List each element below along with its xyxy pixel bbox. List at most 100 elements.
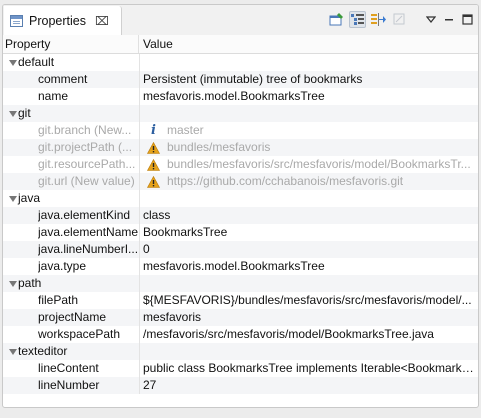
property-value: mesfavoris.model.BookmarksTree <box>143 89 325 103</box>
property-row[interactable]: git.projectPath (... bundles/mesfavoris <box>3 139 478 156</box>
value-cell <box>143 54 474 71</box>
category-label: path <box>18 276 42 290</box>
property-cell: texteditor <box>3 343 139 360</box>
category-row[interactable]: java <box>3 190 478 207</box>
property-row[interactable]: git.url (New value) https://github.com/cc… <box>3 173 478 190</box>
restore-defaults-button[interactable] <box>391 11 408 28</box>
pin-view-button[interactable] <box>328 11 345 28</box>
property-value: Persistent (immutable) tree of bookmarks <box>143 72 363 86</box>
property-cell: git.branch (New... <box>3 122 139 139</box>
value-cell[interactable]: mesfavoris <box>143 309 474 326</box>
property-row[interactable]: name mesfavoris.model.BookmarksTree <box>3 88 478 105</box>
value-cell[interactable]: 27 <box>143 377 474 394</box>
property-cell: java.elementName <box>3 224 139 241</box>
property-row[interactable]: projectName mesfavoris <box>3 309 478 326</box>
property-cell: git.projectPath (... <box>3 139 139 156</box>
value-cell[interactable]: bundles/mesfavoris <box>143 139 474 156</box>
property-cell: path <box>3 275 139 292</box>
restore-icon <box>393 13 405 25</box>
property-row[interactable]: java.elementKind class <box>3 207 478 224</box>
category-row[interactable]: path <box>3 275 478 292</box>
value-cell <box>143 275 474 292</box>
column-header-value[interactable]: Value <box>143 35 173 53</box>
property-row[interactable]: workspacePath/mesfavoris/src/mesfavoris/… <box>3 326 478 343</box>
value-cell[interactable]: ${MESFAVORIS}/bundles/mesfavoris/src/mes… <box>143 292 474 309</box>
property-cell: git <box>3 105 139 122</box>
property-name: lineContent <box>38 361 99 375</box>
view-menu-button[interactable] <box>424 11 438 28</box>
property-row[interactable]: lineContent public class BookmarksTree im… <box>3 360 478 377</box>
category-row[interactable]: git <box>3 105 478 122</box>
value-cell[interactable]: 0 <box>143 241 474 258</box>
property-tree: default comment Persistent (immutable) tre… <box>3 54 478 394</box>
property-row[interactable]: java.type mesfavoris.model.BookmarksTree <box>3 258 478 275</box>
property-cell: git.resourcePath... <box>3 156 139 173</box>
value-cell[interactable]: /mesfavoris/src/mesfavoris/model/Bookmar… <box>143 326 474 343</box>
property-value: 27 <box>143 378 157 392</box>
property-cell: filePath <box>3 292 139 309</box>
property-name: filePath <box>38 293 79 307</box>
minimize-icon <box>445 18 453 20</box>
property-name: git.url (New value) <box>38 174 135 188</box>
value-cell[interactable]: mesfavoris.model.BookmarksTree <box>143 88 474 105</box>
expand-toggle-icon[interactable] <box>9 349 17 355</box>
property-cell: comment <box>3 71 139 88</box>
expand-toggle-icon[interactable] <box>9 196 17 202</box>
property-name: java.elementKind <box>38 208 131 222</box>
value-cell[interactable]: BookmarksTree <box>143 224 474 241</box>
property-cell: java.type <box>3 258 139 275</box>
pin-icon <box>329 13 343 26</box>
column-header-property[interactable]: Property <box>5 35 139 53</box>
property-cell: lineContent <box>3 360 139 377</box>
property-value: public class BookmarksTree implements It… <box>143 361 474 375</box>
property-name: name <box>38 89 69 103</box>
property-name: projectName <box>38 310 107 324</box>
close-tab-icon[interactable]: ⌧ <box>95 14 109 28</box>
property-row[interactable]: java.elementName BookmarksTree <box>3 224 478 241</box>
expand-toggle-icon[interactable] <box>9 111 17 117</box>
property-value: /mesfavoris/src/mesfavoris/model/Bookmar… <box>143 327 434 341</box>
categories-icon <box>351 13 364 25</box>
property-name: workspacePath <box>38 327 121 341</box>
value-cell[interactable]: https://github.com/cchabanois/mesfavoris… <box>143 173 474 190</box>
tab-properties[interactable]: Properties ⌧ <box>4 6 122 35</box>
property-name: java.lineNumberI... <box>38 242 139 256</box>
minimize-button[interactable] <box>442 11 456 28</box>
property-name: java.type <box>38 259 87 273</box>
property-cell: git.url (New value) <box>3 173 139 190</box>
maximize-button[interactable] <box>460 11 474 28</box>
category-row[interactable]: default <box>3 54 478 71</box>
category-label: default <box>18 55 55 69</box>
property-value: mesfavoris.model.BookmarksTree <box>143 259 325 273</box>
expand-toggle-icon[interactable] <box>9 60 17 66</box>
properties-icon <box>10 14 23 27</box>
property-row[interactable]: java.lineNumberI... 0 <box>3 241 478 258</box>
property-value: mesfavoris <box>143 310 202 324</box>
value-cell[interactable]: i master <box>143 122 474 139</box>
property-cell: lineNumber <box>3 377 139 394</box>
value-cell <box>143 105 474 122</box>
value-cell[interactable]: mesfavoris.model.BookmarksTree <box>143 258 474 275</box>
view-toolbar <box>328 11 474 28</box>
value-cell[interactable]: public class BookmarksTree implements It… <box>143 360 474 377</box>
property-row[interactable]: lineNumber 27 <box>3 377 478 394</box>
expand-toggle-icon[interactable] <box>9 281 17 287</box>
show-advanced-button[interactable] <box>370 11 387 28</box>
property-row[interactable]: filePath ${MESFAVORIS}/bundles/mesfavoris… <box>3 292 478 309</box>
value-cell[interactable]: class <box>143 207 474 224</box>
properties-view: Properties ⌧ Property Value default comm… <box>2 4 479 408</box>
property-name: comment <box>38 72 88 86</box>
value-cell[interactable]: bundles/mesfavoris/src/mesfavoris/model/… <box>143 156 474 173</box>
property-cell: java <box>3 190 139 207</box>
category-label: java <box>18 191 41 205</box>
property-row[interactable]: git.branch (New... i master <box>3 122 478 139</box>
tab-label: Properties <box>29 13 86 28</box>
property-cell: java.elementKind <box>3 207 139 224</box>
category-row[interactable]: texteditor <box>3 343 478 360</box>
property-row[interactable]: comment Persistent (immutable) tree of bo… <box>3 71 478 88</box>
property-value: BookmarksTree <box>143 225 228 239</box>
value-cell[interactable]: Persistent (immutable) tree of bookmarks <box>143 71 474 88</box>
maximize-icon <box>461 14 473 25</box>
property-row[interactable]: git.resourcePath... bundles/mesfavoris/sr… <box>3 156 478 173</box>
show-categories-button[interactable] <box>349 11 366 28</box>
